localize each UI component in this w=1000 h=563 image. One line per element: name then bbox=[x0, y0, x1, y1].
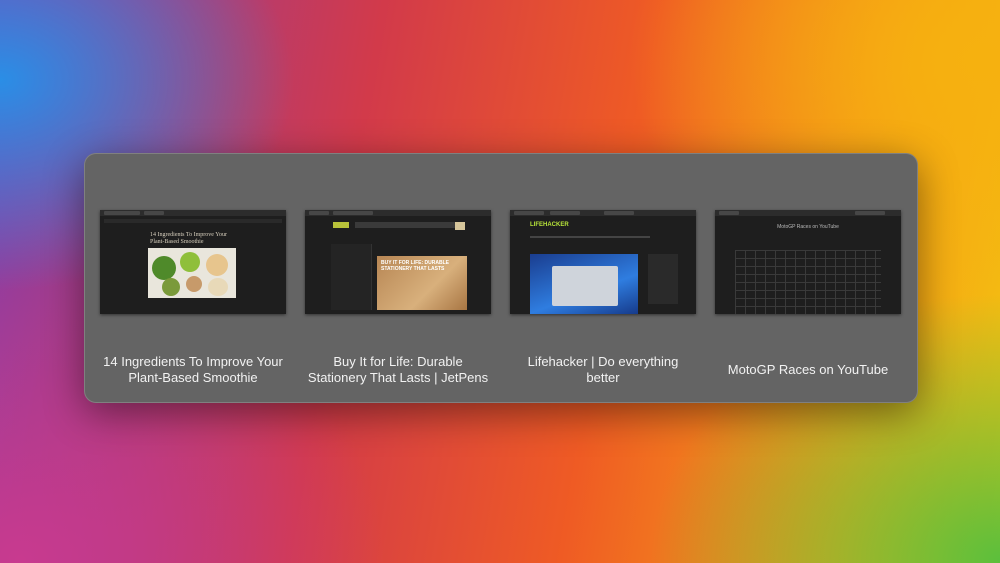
window-thumbnail[interactable]: BUY IT FOR LIFE: DURABLE STATIONERY THAT… bbox=[305, 210, 491, 314]
hero-image: BUY IT FOR LIFE: DURABLE STATIONERY THAT… bbox=[377, 256, 467, 310]
window-thumbnail[interactable]: MotoGP Races on YouTube bbox=[715, 210, 901, 314]
window-card-motogp[interactable]: MotoGP Races on YouTube MotoGP Races on … bbox=[715, 210, 901, 378]
screenshot-panel bbox=[552, 266, 618, 306]
jetpens-logo bbox=[333, 222, 349, 228]
site-logo: LIFEHACKER bbox=[530, 222, 569, 228]
sidebar bbox=[331, 244, 372, 310]
window-card-smoothie[interactable]: 14 Ingredients To Improve Your Plant-Bas… bbox=[100, 210, 286, 386]
tab-bar bbox=[305, 210, 491, 216]
tab-bar bbox=[510, 210, 696, 216]
window-switcher: 14 Ingredients To Improve Your Plant-Bas… bbox=[84, 153, 918, 403]
hero-heading: BUY IT FOR LIFE: DURABLE STATIONERY THAT… bbox=[381, 260, 449, 272]
cart-icon bbox=[455, 222, 465, 230]
window-title: 14 Ingredients To Improve Your Plant-Bas… bbox=[103, 354, 283, 385]
tab-bar bbox=[715, 210, 901, 216]
sidebar bbox=[648, 254, 678, 304]
results-grid bbox=[735, 250, 881, 314]
window-title: Lifehacker | Do everything better bbox=[527, 354, 679, 385]
window-title: MotoGP Races on YouTube bbox=[727, 362, 889, 377]
smoothie-photo bbox=[148, 248, 236, 298]
site-nav bbox=[530, 236, 650, 238]
window-thumbnail[interactable]: 14 Ingredients To Improve Your Plant-Bas… bbox=[100, 210, 286, 314]
page-heading: MotoGP Races on YouTube bbox=[777, 224, 839, 230]
search-bar bbox=[355, 222, 455, 228]
tab-bar bbox=[100, 210, 286, 216]
article-heading: 14 Ingredients To Improve Your Plant-Bas… bbox=[150, 232, 227, 245]
window-card-lifehacker[interactable]: LIFEHACKER Lifehacker | Do everything be… bbox=[510, 210, 696, 386]
site-nav bbox=[104, 219, 282, 223]
window-title: Buy It for Life: Durable Stationery That… bbox=[307, 354, 489, 385]
window-card-jetpens[interactable]: BUY IT FOR LIFE: DURABLE STATIONERY THAT… bbox=[305, 210, 491, 386]
window-thumbnail[interactable]: LIFEHACKER bbox=[510, 210, 696, 314]
